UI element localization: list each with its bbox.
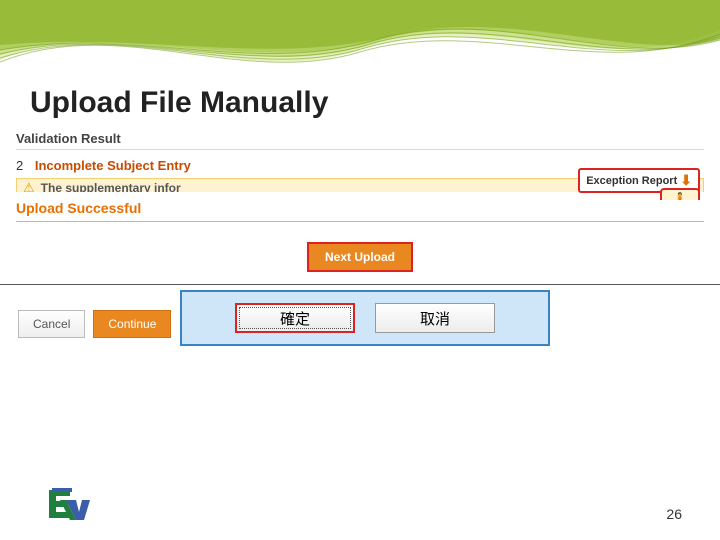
next-upload-button[interactable]: Next Upload: [307, 242, 413, 272]
cancel-button[interactable]: Cancel: [18, 310, 85, 338]
decorative-wave-header: [0, 0, 720, 90]
page-title: Upload File Manually: [30, 86, 328, 120]
page-number: 26: [666, 506, 682, 522]
confirm-dialog: 確定 取消: [180, 290, 550, 346]
cancel-continue-row: Cancel Continue: [18, 310, 171, 338]
upload-area: Next Upload: [16, 222, 704, 282]
arrow-down-icon: ⬇: [680, 172, 692, 189]
warning-icon: ⚠: [23, 180, 35, 196]
subject-count: 2: [16, 158, 23, 173]
validation-result-bar: Validation Result: [16, 130, 704, 150]
validation-result-label: Validation Result: [16, 131, 121, 146]
dialog-cancel-button[interactable]: 取消: [375, 303, 495, 333]
horizontal-divider: [0, 284, 720, 285]
upload-successful-header: Upload Successful: [16, 200, 704, 222]
warning-text: The supplementary infor: [41, 181, 181, 195]
exception-report-label: Exception Report: [586, 175, 677, 187]
confirm-button[interactable]: 確定: [235, 303, 355, 333]
subject-text: Incomplete Subject Entry: [35, 158, 191, 173]
continue-button[interactable]: Continue: [93, 310, 171, 338]
ea-logo: [46, 486, 90, 524]
